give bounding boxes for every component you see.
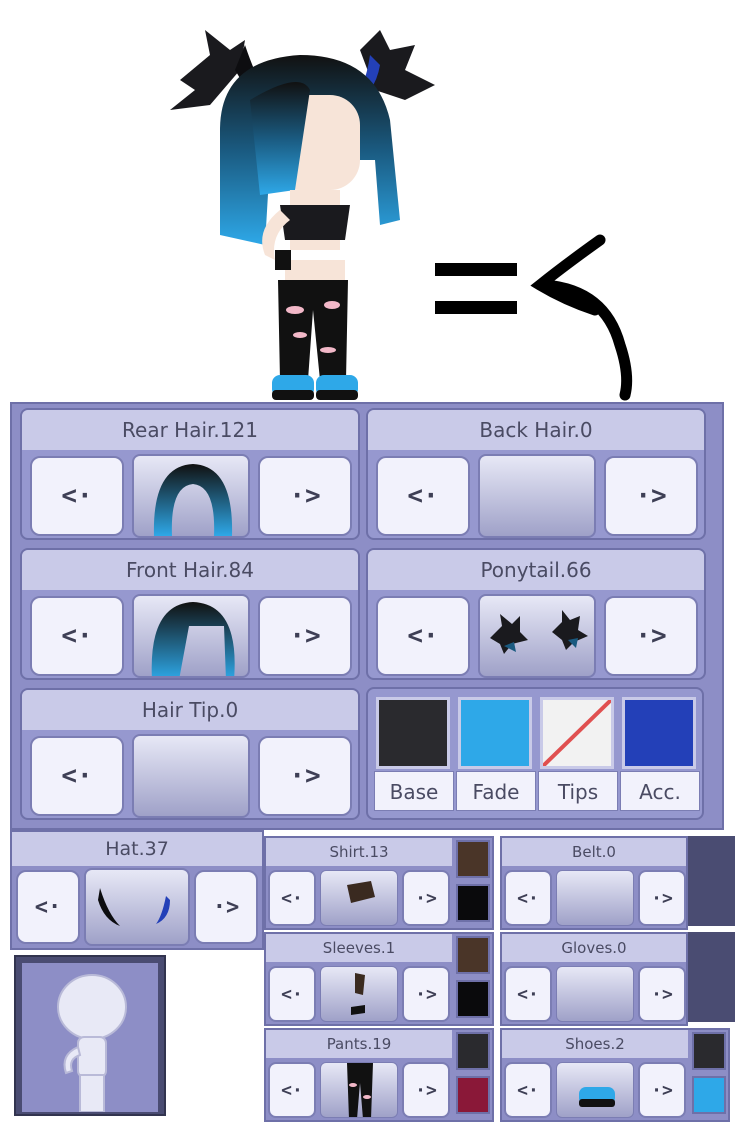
belt-prev-button[interactable]: <·	[504, 870, 552, 926]
shirt-color-1-swatch[interactable]	[456, 840, 490, 878]
rear-hair-preview	[132, 454, 250, 538]
shirt-preview	[320, 870, 398, 926]
character-preview	[170, 30, 435, 400]
rear-hair-next-button[interactable]: ·>	[258, 456, 352, 536]
ponytail-label: Ponytail.66	[368, 550, 704, 590]
belt-slot: Belt.0 <· ·>	[500, 836, 688, 930]
hair-tip-label: Hair Tip.0	[22, 690, 358, 730]
front-hair-icon	[151, 602, 235, 676]
pants-slot: Pants.19 <· ·>	[264, 1028, 494, 1122]
hat-next-button[interactable]: ·>	[194, 870, 258, 944]
gloves-label: Gloves.0	[502, 934, 686, 962]
rear-hair-slot: Rear Hair.121 <· ·>	[20, 408, 360, 540]
ponytail-prev-button[interactable]: <·	[376, 596, 470, 676]
back-hair-next-button[interactable]: ·>	[604, 456, 698, 536]
clothes-grid: Shirt.13 <· ·> Belt.0 <· ·> Sleeves.1 <·…	[264, 832, 735, 1122]
horns-icon	[98, 888, 170, 926]
arrow-drawing	[530, 234, 633, 401]
hair-color-panel: Base Fade Tips Acc.	[366, 687, 704, 820]
hat-prev-button[interactable]: <·	[16, 870, 80, 944]
rear-hair-icon	[153, 464, 233, 536]
shirt-color-2-swatch[interactable]	[456, 884, 490, 922]
sleeves-next-button[interactable]: ·>	[402, 966, 450, 1022]
shoes-prev-button[interactable]: <·	[504, 1062, 552, 1118]
belt-preview	[556, 870, 634, 926]
sleeves-color-2-swatch[interactable]	[456, 980, 490, 1018]
gloves-prev-button[interactable]: <·	[504, 966, 552, 1022]
tips-color-swatch[interactable]	[540, 697, 614, 769]
sleeves-preview	[320, 966, 398, 1022]
hair-tip-preview	[132, 734, 250, 818]
gloves-next-button[interactable]: ·>	[638, 966, 686, 1022]
shoes-slot: Shoes.2 <· ·>	[500, 1028, 730, 1122]
shoes-color-1-swatch[interactable]	[692, 1032, 726, 1070]
tips-color-label[interactable]: Tips	[538, 771, 618, 811]
shirt-next-button[interactable]: ·>	[402, 870, 450, 926]
shirt-slot: Shirt.13 <· ·>	[264, 836, 494, 930]
none-slash-icon	[543, 700, 611, 766]
sleeves-slot: Sleeves.1 <· ·>	[264, 932, 494, 1026]
hat-slot: Hat.37 <· ·>	[10, 830, 264, 950]
front-hair-next-button[interactable]: ·>	[258, 596, 352, 676]
pants-color-1-swatch[interactable]	[456, 1032, 490, 1070]
shirt-prev-button[interactable]: <·	[268, 870, 316, 926]
shoes-next-button[interactable]: ·>	[638, 1062, 686, 1118]
rear-hair-label: Rear Hair.121	[22, 410, 358, 450]
gloves-slot: Gloves.0 <· ·>	[500, 932, 688, 1026]
back-hair-preview	[478, 454, 596, 538]
body-outline-icon	[57, 974, 127, 1113]
acc-color-label[interactable]: Acc.	[620, 771, 700, 811]
fade-color-label[interactable]: Fade	[456, 771, 536, 811]
front-hair-preview	[132, 594, 250, 678]
hair-tip-slot: Hair Tip.0 <· ·>	[20, 688, 360, 820]
gloves-preview	[556, 966, 634, 1022]
sleeves-label: Sleeves.1	[266, 934, 452, 962]
back-hair-slot: Back Hair.0 <· ·>	[366, 408, 706, 540]
ponytail-slot: Ponytail.66 <· ·>	[366, 548, 706, 680]
back-hair-label: Back Hair.0	[368, 410, 704, 450]
ponytail-preview	[478, 594, 596, 678]
shirt	[280, 205, 350, 240]
back-hair-prev-button[interactable]: <·	[376, 456, 470, 536]
front-hair-label: Front Hair.84	[22, 550, 358, 590]
pants-prev-button[interactable]: <·	[268, 1062, 316, 1118]
fade-color-swatch[interactable]	[458, 697, 532, 769]
pants-preview	[320, 1062, 398, 1118]
base-color-label[interactable]: Base	[374, 771, 454, 811]
base-color-swatch[interactable]	[376, 697, 450, 769]
ponytail-next-button[interactable]: ·>	[604, 596, 698, 676]
hat-preview	[84, 868, 190, 946]
equals-sign-drawing	[435, 263, 517, 314]
front-hair-prev-button[interactable]: <·	[30, 596, 124, 676]
acc-color-swatch[interactable]	[622, 697, 696, 769]
shirt-label: Shirt.13	[266, 838, 452, 866]
shoes-preview	[556, 1062, 634, 1118]
sleeves-color-1-swatch[interactable]	[456, 936, 490, 974]
front-hair-slot: Front Hair.84 <· ·>	[20, 548, 360, 680]
pants-color-2-swatch[interactable]	[456, 1076, 490, 1114]
belt-label: Belt.0	[502, 838, 686, 866]
hat-label: Hat.37	[12, 832, 262, 866]
ponytail-icon	[490, 610, 588, 654]
pants-label: Pants.19	[266, 1030, 452, 1058]
pants	[278, 280, 348, 380]
belt-next-button[interactable]: ·>	[638, 870, 686, 926]
body-preview-panel[interactable]	[14, 955, 166, 1116]
hair-tip-next-button[interactable]: ·>	[258, 736, 352, 816]
rear-hair-prev-button[interactable]: <·	[30, 456, 124, 536]
hair-tip-prev-button[interactable]: <·	[30, 736, 124, 816]
pants-next-button[interactable]: ·>	[402, 1062, 450, 1118]
shoes-color-2-swatch[interactable]	[692, 1076, 726, 1114]
shoes-label: Shoes.2	[502, 1030, 688, 1058]
sleeves-prev-button[interactable]: <·	[268, 966, 316, 1022]
